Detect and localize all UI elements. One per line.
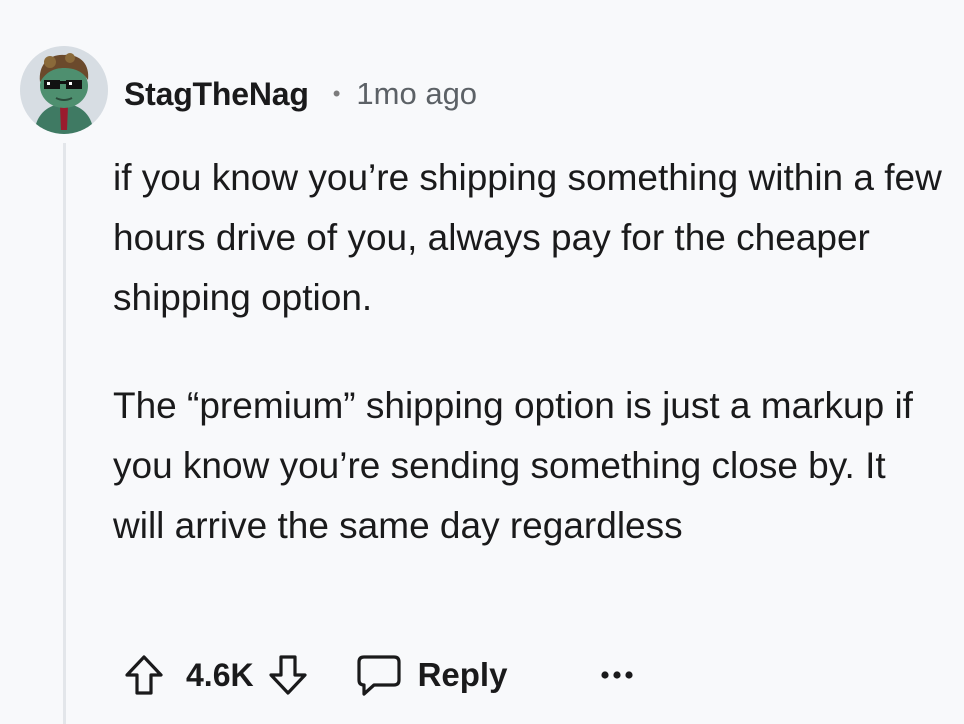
avatar-image bbox=[20, 46, 108, 134]
upvote-button[interactable] bbox=[124, 654, 164, 696]
username[interactable]: StagTheNag bbox=[124, 76, 309, 113]
comment-body: if you know you’re shipping something wi… bbox=[113, 148, 943, 556]
avatar[interactable] bbox=[20, 46, 108, 134]
comment-actions: 4.6K Reply bbox=[124, 646, 637, 704]
reply-label: Reply bbox=[417, 656, 508, 693]
comment-paragraph: The “premium” shipping option is just a … bbox=[113, 385, 913, 546]
comment-header: StagTheNag • 1mo ago bbox=[124, 72, 477, 116]
arrow-down-outline-icon bbox=[268, 655, 307, 695]
reply-button[interactable]: Reply bbox=[356, 653, 508, 697]
timestamp[interactable]: 1mo ago bbox=[356, 76, 477, 112]
vote-score: 4.6K bbox=[186, 656, 254, 693]
downvote-button[interactable] bbox=[268, 654, 308, 696]
more-options-button[interactable] bbox=[597, 655, 637, 695]
thread-line[interactable] bbox=[63, 143, 66, 724]
arrow-up-outline-icon bbox=[125, 655, 163, 695]
ellipsis-icon bbox=[601, 671, 634, 679]
separator-dot: • bbox=[332, 81, 341, 106]
comment-paragraph: if you know you’re shipping something wi… bbox=[113, 157, 942, 318]
speech-bubble-icon bbox=[356, 655, 401, 696]
comment: StagTheNag • 1mo ago if you know you’re … bbox=[0, 0, 964, 724]
